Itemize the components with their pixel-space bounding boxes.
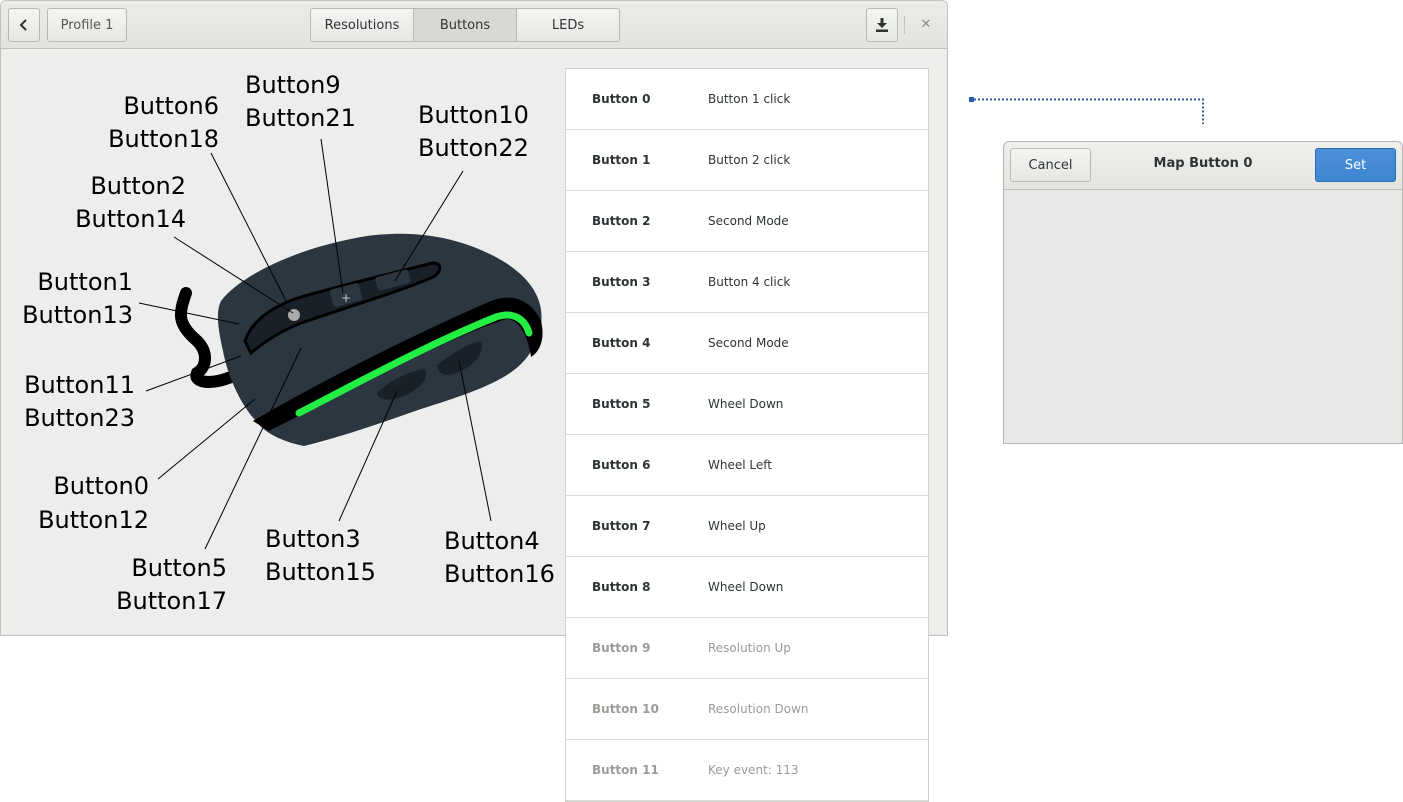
list-item[interactable]: Button 3 Button 4 click xyxy=(566,252,928,313)
list-item[interactable]: Button 7 Wheel Up xyxy=(566,496,928,557)
tab-resolutions[interactable]: Resolutions xyxy=(310,8,414,42)
list-item[interactable]: Button 5 Wheel Down xyxy=(566,374,928,435)
label-button11: Button11 xyxy=(24,371,135,399)
button-list: Button 0 Button 1 click Button 1 Button … xyxy=(565,68,929,802)
label-button13: Button13 xyxy=(22,301,133,329)
label-button0: Button0 xyxy=(53,472,149,500)
list-item[interactable]: Button 8 Wheel Down xyxy=(566,557,928,618)
list-item[interactable]: Button 1 Button 2 click xyxy=(566,130,928,191)
button-action: Resolution Up xyxy=(708,641,791,655)
button-action: Button 4 click xyxy=(708,275,791,289)
label-button14: Button14 xyxy=(75,205,186,233)
button-action: Wheel Up xyxy=(708,519,766,533)
button-action: Second Mode xyxy=(708,214,789,228)
stack-switcher: Resolutions Buttons LEDs xyxy=(310,8,620,42)
button-name: Button 0 xyxy=(592,92,651,106)
dialog-header: Cancel Map Button 0 Set xyxy=(1004,142,1402,190)
label-button17: Button17 xyxy=(116,587,227,615)
button-action: Key event: 113 xyxy=(708,763,799,777)
set-button[interactable]: Set xyxy=(1315,148,1396,182)
button-action: Wheel Down xyxy=(708,580,784,594)
button-name: Button 3 xyxy=(592,275,651,289)
list-item[interactable]: Button 10 Resolution Down xyxy=(566,679,928,740)
label-button16: Button16 xyxy=(444,560,555,588)
button-name: Button 2 xyxy=(592,214,651,228)
chevron-left-icon xyxy=(19,19,27,31)
label-button18: Button18 xyxy=(108,125,219,153)
button-name: Button 7 xyxy=(592,519,651,533)
label-button10: Button10 xyxy=(418,101,529,129)
button-name: Button 10 xyxy=(592,702,659,716)
list-item[interactable]: Button 11 Key event: 113 xyxy=(566,740,928,801)
back-button[interactable] xyxy=(8,8,40,42)
svg-text:+: + xyxy=(341,291,351,305)
label-button9: Button9 xyxy=(245,71,341,99)
header-separator xyxy=(904,16,905,34)
label-button12: Button12 xyxy=(38,506,149,534)
map-button-dialog: Cancel Map Button 0 Set xyxy=(1003,141,1403,444)
list-item[interactable]: Button 9 Resolution Up xyxy=(566,618,928,679)
label-button3: Button3 xyxy=(265,525,361,553)
label-button22: Button22 xyxy=(418,134,529,162)
button-action: Button 1 click xyxy=(708,92,791,106)
tab-buttons[interactable]: Buttons xyxy=(413,8,517,42)
label-button21: Button21 xyxy=(245,104,356,132)
button-action: Wheel Left xyxy=(708,458,772,472)
button-action: Second Mode xyxy=(708,336,789,350)
close-icon: ✕ xyxy=(920,16,932,32)
button-name: Button 6 xyxy=(592,458,651,472)
button-name: Button 5 xyxy=(592,397,651,411)
button-name: Button 9 xyxy=(592,641,651,655)
label-button1: Button1 xyxy=(37,268,133,296)
list-item[interactable]: Button 6 Wheel Left xyxy=(566,435,928,496)
label-button6: Button6 xyxy=(123,92,219,120)
mouse-diagram: + Button6 Button18 Button2 Button14 Butt… xyxy=(22,71,555,615)
list-item[interactable]: Button 2 Second Mode xyxy=(566,191,928,252)
close-button[interactable]: ✕ xyxy=(915,13,937,35)
download-icon xyxy=(876,18,888,32)
label-button15: Button15 xyxy=(265,558,376,586)
button-name: Button 4 xyxy=(592,336,651,350)
button-action: Wheel Down xyxy=(708,397,784,411)
header-bar: Profile 1 Resolutions Buttons LEDs ✕ xyxy=(1,1,947,49)
save-button[interactable] xyxy=(866,8,898,42)
label-button2: Button2 xyxy=(90,172,186,200)
list-item[interactable]: Button 4 Second Mode xyxy=(566,313,928,374)
button-action: Resolution Down xyxy=(708,702,809,716)
label-button5: Button5 xyxy=(131,554,227,582)
button-name: Button 8 xyxy=(592,580,651,594)
tab-leds[interactable]: LEDs xyxy=(516,8,620,42)
button-name: Button 1 xyxy=(592,153,651,167)
button-action: Button 2 click xyxy=(708,153,791,167)
button-name: Button 11 xyxy=(592,763,659,777)
profile-button[interactable]: Profile 1 xyxy=(47,8,127,42)
list-item[interactable]: Button 0 Button 1 click xyxy=(566,69,928,130)
label-button4: Button4 xyxy=(444,527,540,555)
label-button23: Button23 xyxy=(24,404,135,432)
